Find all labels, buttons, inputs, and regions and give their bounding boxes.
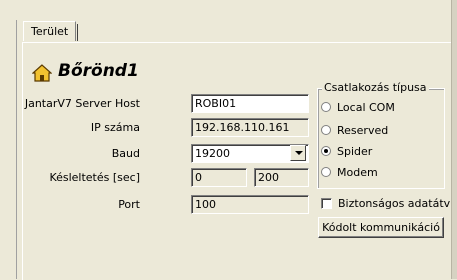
radio-button[interactable]: [321, 167, 331, 177]
delay-label: Késleltetés [sec]: [49, 171, 140, 184]
host-input[interactable]: ROBI01: [191, 94, 309, 113]
chevron-down-icon[interactable]: [290, 145, 306, 161]
host-label: JantarV7 Server Host: [24, 97, 140, 110]
encoded-communication-button[interactable]: Kódolt kommunikáció: [318, 217, 444, 238]
scrollbar-edge[interactable]: [451, 0, 457, 279]
radio-label: Spider: [337, 145, 373, 158]
ip-label: IP száma: [90, 121, 140, 134]
radio-button[interactable]: [321, 125, 331, 135]
radio-button[interactable]: [321, 102, 331, 112]
port-field[interactable]: 100: [191, 195, 309, 214]
delay-input-2[interactable]: 200: [254, 168, 309, 187]
radio-label: Reserved: [337, 124, 389, 137]
radio-label: Local COM: [337, 101, 395, 114]
baud-label: Baud: [111, 147, 140, 160]
port-label: Port: [118, 198, 140, 211]
ip-field[interactable]: 192.168.110.161: [191, 118, 309, 137]
checkbox-label: Biztonságos adatátv: [338, 197, 451, 210]
radio-button-checked[interactable]: [321, 146, 331, 156]
page-title: Bőrönd1: [58, 61, 139, 81]
home-icon: [32, 64, 52, 82]
radio-label: Modem: [337, 166, 378, 179]
checkbox[interactable]: [321, 198, 332, 209]
delay-input-1[interactable]: 0: [191, 168, 247, 187]
tab-terulet[interactable]: Terület: [23, 21, 79, 41]
left-strip: [0, 0, 18, 279]
connection-type-title: Csatlakozás típusa: [322, 81, 429, 94]
